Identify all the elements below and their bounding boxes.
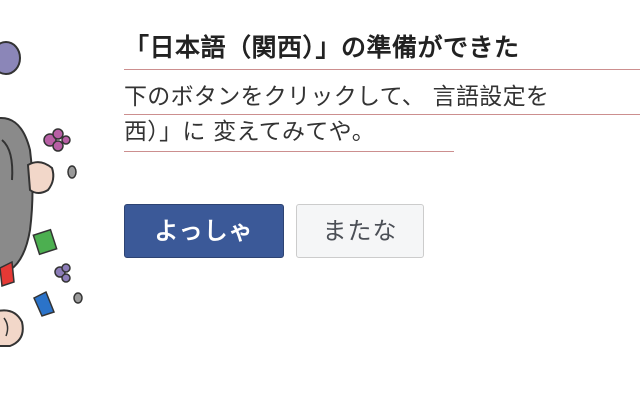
description-line-1: 下のボタンをクリックして、 言語設定を bbox=[124, 84, 550, 110]
description-line-2: 西）」に 変えてみてや。 bbox=[124, 119, 376, 145]
cancel-button[interactable]: またな bbox=[296, 204, 424, 258]
language-dialog: 「日本語（関西）」の準備ができた 下のボタンをクリックして、 言語設定を 西）」… bbox=[0, 0, 640, 400]
title-divider bbox=[124, 69, 640, 70]
description-divider-2 bbox=[124, 151, 454, 152]
celebrating-mascot-icon bbox=[0, 41, 83, 347]
confirm-button[interactable]: よっしゃ bbox=[124, 204, 284, 258]
description-divider-1 bbox=[124, 114, 640, 115]
page-title: 「日本語（関西）」の準備ができた bbox=[124, 33, 520, 62]
dialog-content: 「日本語（関西）」の準備ができた 下のボタンをクリックして、 言語設定を 西）」… bbox=[124, 0, 640, 400]
